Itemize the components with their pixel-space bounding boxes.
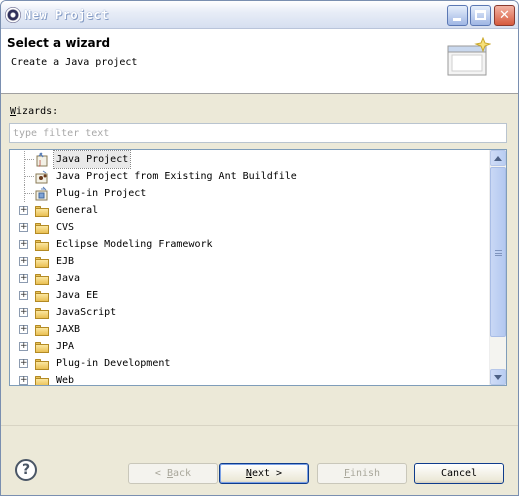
tree-item-label: Java xyxy=(56,273,81,284)
tree-line xyxy=(24,176,34,177)
tree-item-label: JavaScript xyxy=(56,307,117,318)
tree-folder-item[interactable]: + Web xyxy=(10,372,490,386)
folder-icon xyxy=(34,322,50,337)
maximize-button[interactable] xyxy=(470,5,491,26)
expand-icon[interactable]: + xyxy=(19,376,28,385)
close-button[interactable]: ✕ xyxy=(494,5,515,26)
tree-folder-item[interactable]: + Java EE xyxy=(10,287,490,304)
wizard-header: Select a wizard Create a Java project xyxy=(1,29,518,94)
plugin-project-icon xyxy=(34,186,50,201)
folder-icon xyxy=(34,339,50,354)
next-button[interactable]: Next > xyxy=(219,463,309,484)
tree-folder-item[interactable]: + CVS xyxy=(10,219,490,236)
svg-text:J: J xyxy=(38,159,41,167)
tree-folder-item[interactable]: + Eclipse Modeling Framework xyxy=(10,236,490,253)
ant-project-icon xyxy=(34,169,50,184)
tree-folder-item[interactable]: + JavaScript xyxy=(10,304,490,321)
java-project-icon: J xyxy=(34,152,50,167)
chevron-down-icon xyxy=(494,375,502,380)
tree-item-label: Plug-in Development xyxy=(56,358,171,369)
filter-field[interactable] xyxy=(9,123,507,143)
filter-input[interactable] xyxy=(10,124,506,142)
cancel-button[interactable]: Cancel xyxy=(414,463,504,484)
folder-icon xyxy=(34,288,50,303)
back-button[interactable]: < Back xyxy=(128,463,218,484)
tree-folder-item[interactable]: + Plug-in Development xyxy=(10,355,490,372)
tree-line xyxy=(24,193,34,194)
chevron-up-icon xyxy=(494,156,502,161)
scroll-thumb[interactable] xyxy=(490,167,506,337)
scroll-up-button[interactable] xyxy=(490,150,506,166)
wizards-label: Wizards: xyxy=(10,106,59,117)
vertical-scrollbar[interactable] xyxy=(489,150,506,385)
grip-icon xyxy=(495,250,502,256)
window-title: New Project xyxy=(24,8,109,22)
folder-icon xyxy=(34,254,50,269)
folder-icon xyxy=(34,271,50,286)
expand-icon[interactable]: + xyxy=(19,308,28,317)
tree-wizard-item[interactable]: J Java Project xyxy=(10,150,490,169)
button-bar: ? < Back Next > Finish Cancel xyxy=(1,425,518,495)
new-wizard-banner-icon xyxy=(447,37,491,76)
folder-icon xyxy=(34,356,50,371)
expand-icon[interactable]: + xyxy=(19,240,28,249)
minimize-button[interactable] xyxy=(447,5,468,26)
tree-wizard-item[interactable]: Plug-in Project xyxy=(10,185,490,202)
tree-folder-item[interactable]: + JAXB xyxy=(10,321,490,338)
page-title: Select a wizard xyxy=(7,36,111,50)
tree-folder-item[interactable]: + EJB xyxy=(10,253,490,270)
expand-icon[interactable]: + xyxy=(19,274,28,283)
tree-item-label: Java Project xyxy=(52,150,132,169)
expand-icon[interactable]: + xyxy=(19,223,28,232)
help-button[interactable]: ? xyxy=(15,459,37,481)
folder-icon xyxy=(34,237,50,252)
expand-icon[interactable]: + xyxy=(19,342,28,351)
tree-item-label: CVS xyxy=(56,222,75,233)
folder-icon xyxy=(34,373,50,385)
minimize-icon xyxy=(453,18,461,21)
tree-item-label: General xyxy=(56,205,99,216)
wizard-body: Wizards: J Java Project Java Project from … xyxy=(1,95,518,425)
new-project-dialog: New Project ✕ Select a wizard Create a J… xyxy=(0,0,519,496)
tree-item-label: JPA xyxy=(56,341,75,352)
tree-item-label: Eclipse Modeling Framework xyxy=(56,239,213,250)
expand-icon[interactable]: + xyxy=(19,257,28,266)
folder-icon xyxy=(34,305,50,320)
tree-folder-item[interactable]: + Java xyxy=(10,270,490,287)
expand-icon[interactable]: + xyxy=(19,291,28,300)
scroll-down-button[interactable] xyxy=(490,369,506,385)
close-icon: ✕ xyxy=(499,8,510,23)
title-bar[interactable]: New Project ✕ xyxy=(1,1,518,29)
tree-folder-item[interactable]: + General xyxy=(10,202,490,219)
finish-button[interactable]: Finish xyxy=(317,463,407,484)
tree-item-label: Web xyxy=(56,375,75,386)
tree-wizard-item[interactable]: Java Project from Existing Ant Buildfile xyxy=(10,168,490,185)
tree-item-label: Java EE xyxy=(56,290,99,301)
tree-item-label: JAXB xyxy=(56,324,81,335)
maximize-icon xyxy=(475,10,486,20)
expand-icon[interactable]: + xyxy=(19,359,28,368)
wizard-tree-rows: J Java Project Java Project from Existing … xyxy=(10,150,490,386)
folder-icon xyxy=(34,203,50,218)
page-description: Create a Java project xyxy=(11,57,138,68)
expand-icon[interactable]: + xyxy=(19,206,28,215)
tree-line xyxy=(24,159,34,160)
wizard-tree[interactable]: J Java Project Java Project from Existing … xyxy=(9,149,507,386)
tree-item-label: Java Project from Existing Ant Buildfile xyxy=(56,171,297,182)
eclipse-icon xyxy=(5,7,21,23)
tree-item-label: Plug-in Project xyxy=(56,188,147,199)
expand-icon[interactable]: + xyxy=(19,325,28,334)
tree-folder-item[interactable]: + JPA xyxy=(10,338,490,355)
folder-icon xyxy=(34,220,50,235)
tree-item-label: EJB xyxy=(56,256,75,267)
